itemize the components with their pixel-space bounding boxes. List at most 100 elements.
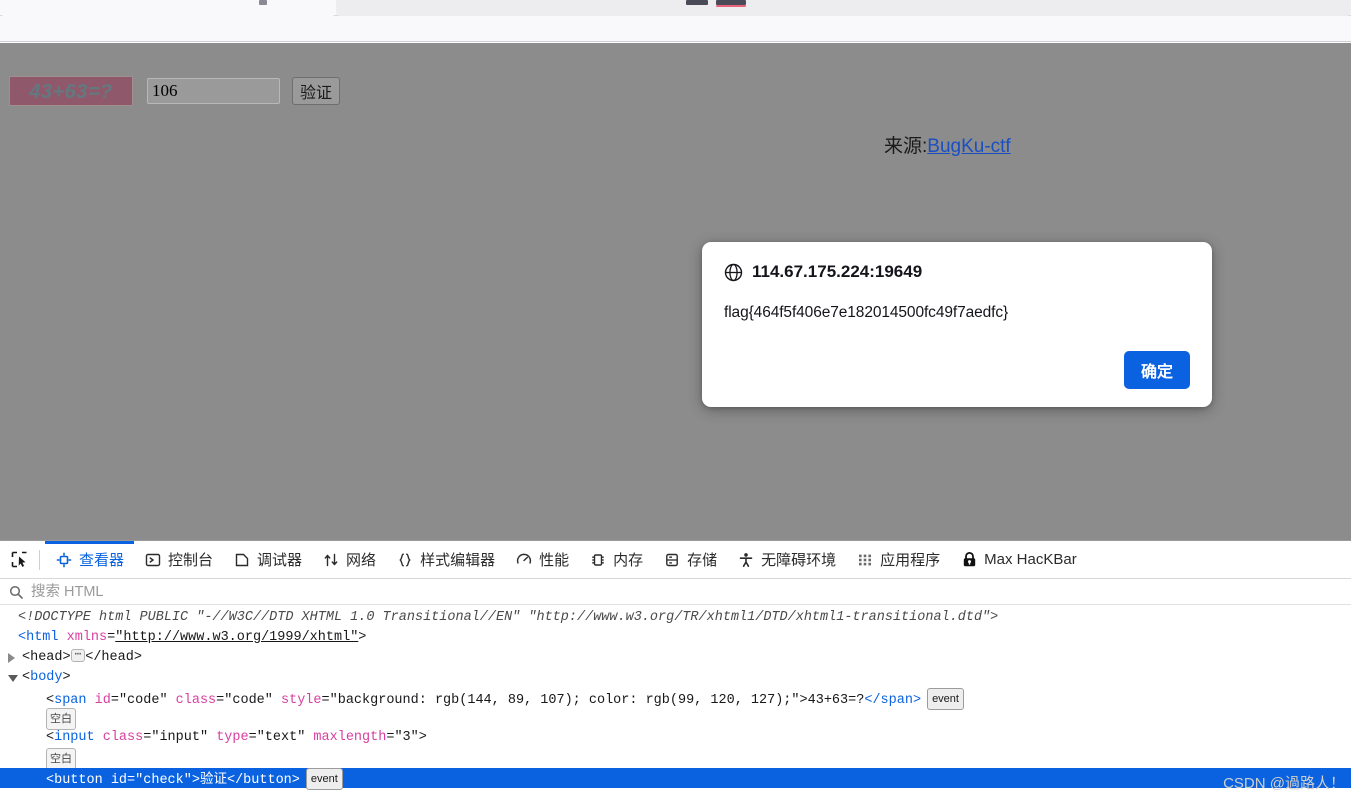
tab-style-editor-label: 样式编辑器 (420, 552, 496, 569)
whitespace-badge-2: 空白 (46, 748, 76, 770)
input-class-value[interactable]: "input" (151, 730, 208, 745)
source-prefix-label: 来源: (884, 136, 928, 157)
verify-button[interactable]: 验证 (292, 77, 341, 105)
chevron-down-icon[interactable] (8, 675, 18, 682)
toolbar-divider (39, 549, 40, 570)
tab-memory[interactable]: 内存 (579, 541, 653, 579)
tab-storage[interactable]: 存储 (653, 541, 727, 579)
event-badge-span[interactable]: event (927, 688, 964, 710)
button-lt: < (46, 773, 55, 788)
span-id-attr: id (94, 693, 111, 708)
tab-inspector-label: 查看器 (79, 552, 125, 569)
space-1 (59, 630, 67, 645)
tab-performance-label: 性能 (539, 552, 570, 569)
span-id-value[interactable]: "code" (119, 693, 168, 708)
doctype-text: <!DOCTYPE html PUBLIC "-//W3C//DTD XHTML… (18, 610, 999, 625)
tab-max-hackbar-label: Max HacKBar (984, 551, 1077, 568)
sp-c (273, 693, 281, 708)
browser-tab-ghost-right[interactable] (336, 0, 1351, 16)
inspector-icon (55, 551, 73, 569)
devtools-panel: 查看器 控制台 调试器 网络 样式编辑器 性能 内存 存储 无障碍环境 应用程序… (0, 540, 1351, 795)
input-tag-name: input (54, 730, 95, 745)
tab-max-hackbar[interactable]: Max HacKBar (950, 541, 1087, 579)
alert-dialog-origin: 114.67.175.224:19649 (752, 262, 923, 281)
span-text-content[interactable]: 43+63=? (808, 693, 865, 708)
input-maxlength-value[interactable]: "3" (394, 730, 418, 745)
globe-icon (724, 263, 743, 281)
sp-b (168, 693, 176, 708)
hackbar-lock-icon (960, 551, 978, 569)
tab-accessibility[interactable]: 无障碍环境 (727, 541, 846, 579)
accessibility-icon (737, 551, 755, 569)
markup-row-doctype[interactable]: <!DOCTYPE html PUBLIC "-//W3C//DTD XHTML… (0, 608, 1351, 628)
captcha-answer-input[interactable] (147, 78, 280, 104)
body-tag-name: body (30, 670, 63, 685)
eq-e: = (248, 730, 257, 745)
markup-row-button[interactable]: <button id="check">验证</button> event (0, 768, 1351, 790)
alert-ok-button[interactable]: 确定 (1123, 351, 1190, 389)
markup-tree: <!DOCTYPE html PUBLIC "-//W3C//DTD XHTML… (0, 605, 1351, 795)
tab-debugger-label: 调试器 (257, 552, 303, 569)
input-maxlength-attr: maxlength (313, 730, 387, 745)
button-id-value[interactable]: "check" (135, 773, 192, 788)
collapsed-children-badge[interactable]: ⋯ (70, 648, 86, 662)
tab-inspector[interactable]: 查看器 (45, 540, 135, 579)
head-open: <head> (22, 650, 71, 665)
button-text-content[interactable]: 验证 (200, 773, 227, 788)
element-picker-icon[interactable] (4, 545, 34, 575)
page-viewport: 43+63=? 验证 来源:BugKu-ctf 114.67.175.224:1… (0, 16, 1351, 540)
sp-g (103, 773, 111, 788)
style-editor-icon (396, 551, 414, 569)
markup-row-html[interactable]: <html xmlns="http://www.w3.org/1999/xhtm… (0, 628, 1351, 648)
toolbar-ghost-a (686, 0, 708, 5)
chevron-right-icon[interactable] (8, 653, 15, 663)
markup-row-whitespace-2: 空白 (0, 748, 1351, 770)
alert-dialog-message: flag{464f5f406e7e182014500fc49f7aedfc} (724, 304, 1009, 321)
screenshot-root: 43+63=? 验证 来源:BugKu-ctf 114.67.175.224:1… (0, 0, 1351, 795)
search-icon (9, 585, 23, 599)
markup-row-head[interactable]: <head> ⋯ </head> (0, 648, 1351, 668)
captcha-row: 43+63=? 验证 (9, 76, 341, 106)
markup-row-input[interactable]: <input class="input" type="text" maxleng… (0, 728, 1351, 748)
source-attribution: 来源:BugKu-ctf (884, 131, 1011, 158)
devtools-search-bar[interactable] (0, 579, 1351, 605)
span-class-value[interactable]: "code" (224, 693, 273, 708)
eq-a: = (110, 693, 119, 708)
eq-c: = (321, 693, 330, 708)
sp-d (95, 730, 103, 745)
debugger-icon (233, 551, 251, 569)
browser-tab-ghost-left[interactable] (0, 0, 336, 16)
html-tag-open: <html (18, 630, 59, 645)
html-attr-value[interactable]: "http://www.w3.org/1999/xhtml" (115, 630, 358, 645)
body-lt: < (22, 670, 31, 685)
search-input[interactable] (29, 582, 1351, 601)
span-close-tag: </span> (864, 693, 922, 708)
tab-performance[interactable]: 性能 (505, 541, 579, 579)
sp-e (208, 730, 216, 745)
event-badge-button[interactable]: event (305, 768, 343, 790)
span-style-value[interactable]: "background: rgb(144, 89, 107); color: r… (330, 693, 800, 708)
markup-row-span[interactable]: <span id="code" class="code" style="back… (0, 688, 1351, 710)
input-class-attr: class (102, 730, 144, 745)
application-icon (856, 551, 874, 569)
tab-application[interactable]: 应用程序 (846, 541, 950, 579)
html-tag-close: > (358, 630, 367, 645)
tab-console[interactable]: 控制台 (134, 541, 223, 579)
devtools-toolbar: 查看器 控制台 调试器 网络 样式编辑器 性能 内存 存储 无障碍环境 应用程序… (0, 540, 1351, 579)
tab-debugger[interactable]: 调试器 (223, 541, 312, 579)
input-gt: > (418, 730, 427, 745)
toolbar-ghost-accent (716, 5, 746, 7)
input-type-value[interactable]: "text" (257, 730, 306, 745)
tab-storage-label: 存储 (687, 552, 718, 569)
markup-row-body[interactable]: <body> (0, 668, 1351, 688)
csdn-watermark: CSDN @過路人！ (1223, 775, 1345, 792)
tab-style-editor[interactable]: 样式编辑器 (386, 541, 505, 579)
button-gt: > (191, 773, 200, 788)
tab-network[interactable]: 网络 (312, 541, 386, 579)
bugku-ctf-link[interactable]: BugKu-ctf (927, 136, 1010, 157)
tab-console-label: 控制台 (168, 552, 214, 569)
button-close-tag: </button> (226, 773, 300, 788)
tab-network-label: 网络 (346, 552, 377, 569)
alert-dialog: 114.67.175.224:19649 flag{464f5f406e7e18… (702, 242, 1212, 407)
span-tag-name: span (54, 693, 87, 708)
